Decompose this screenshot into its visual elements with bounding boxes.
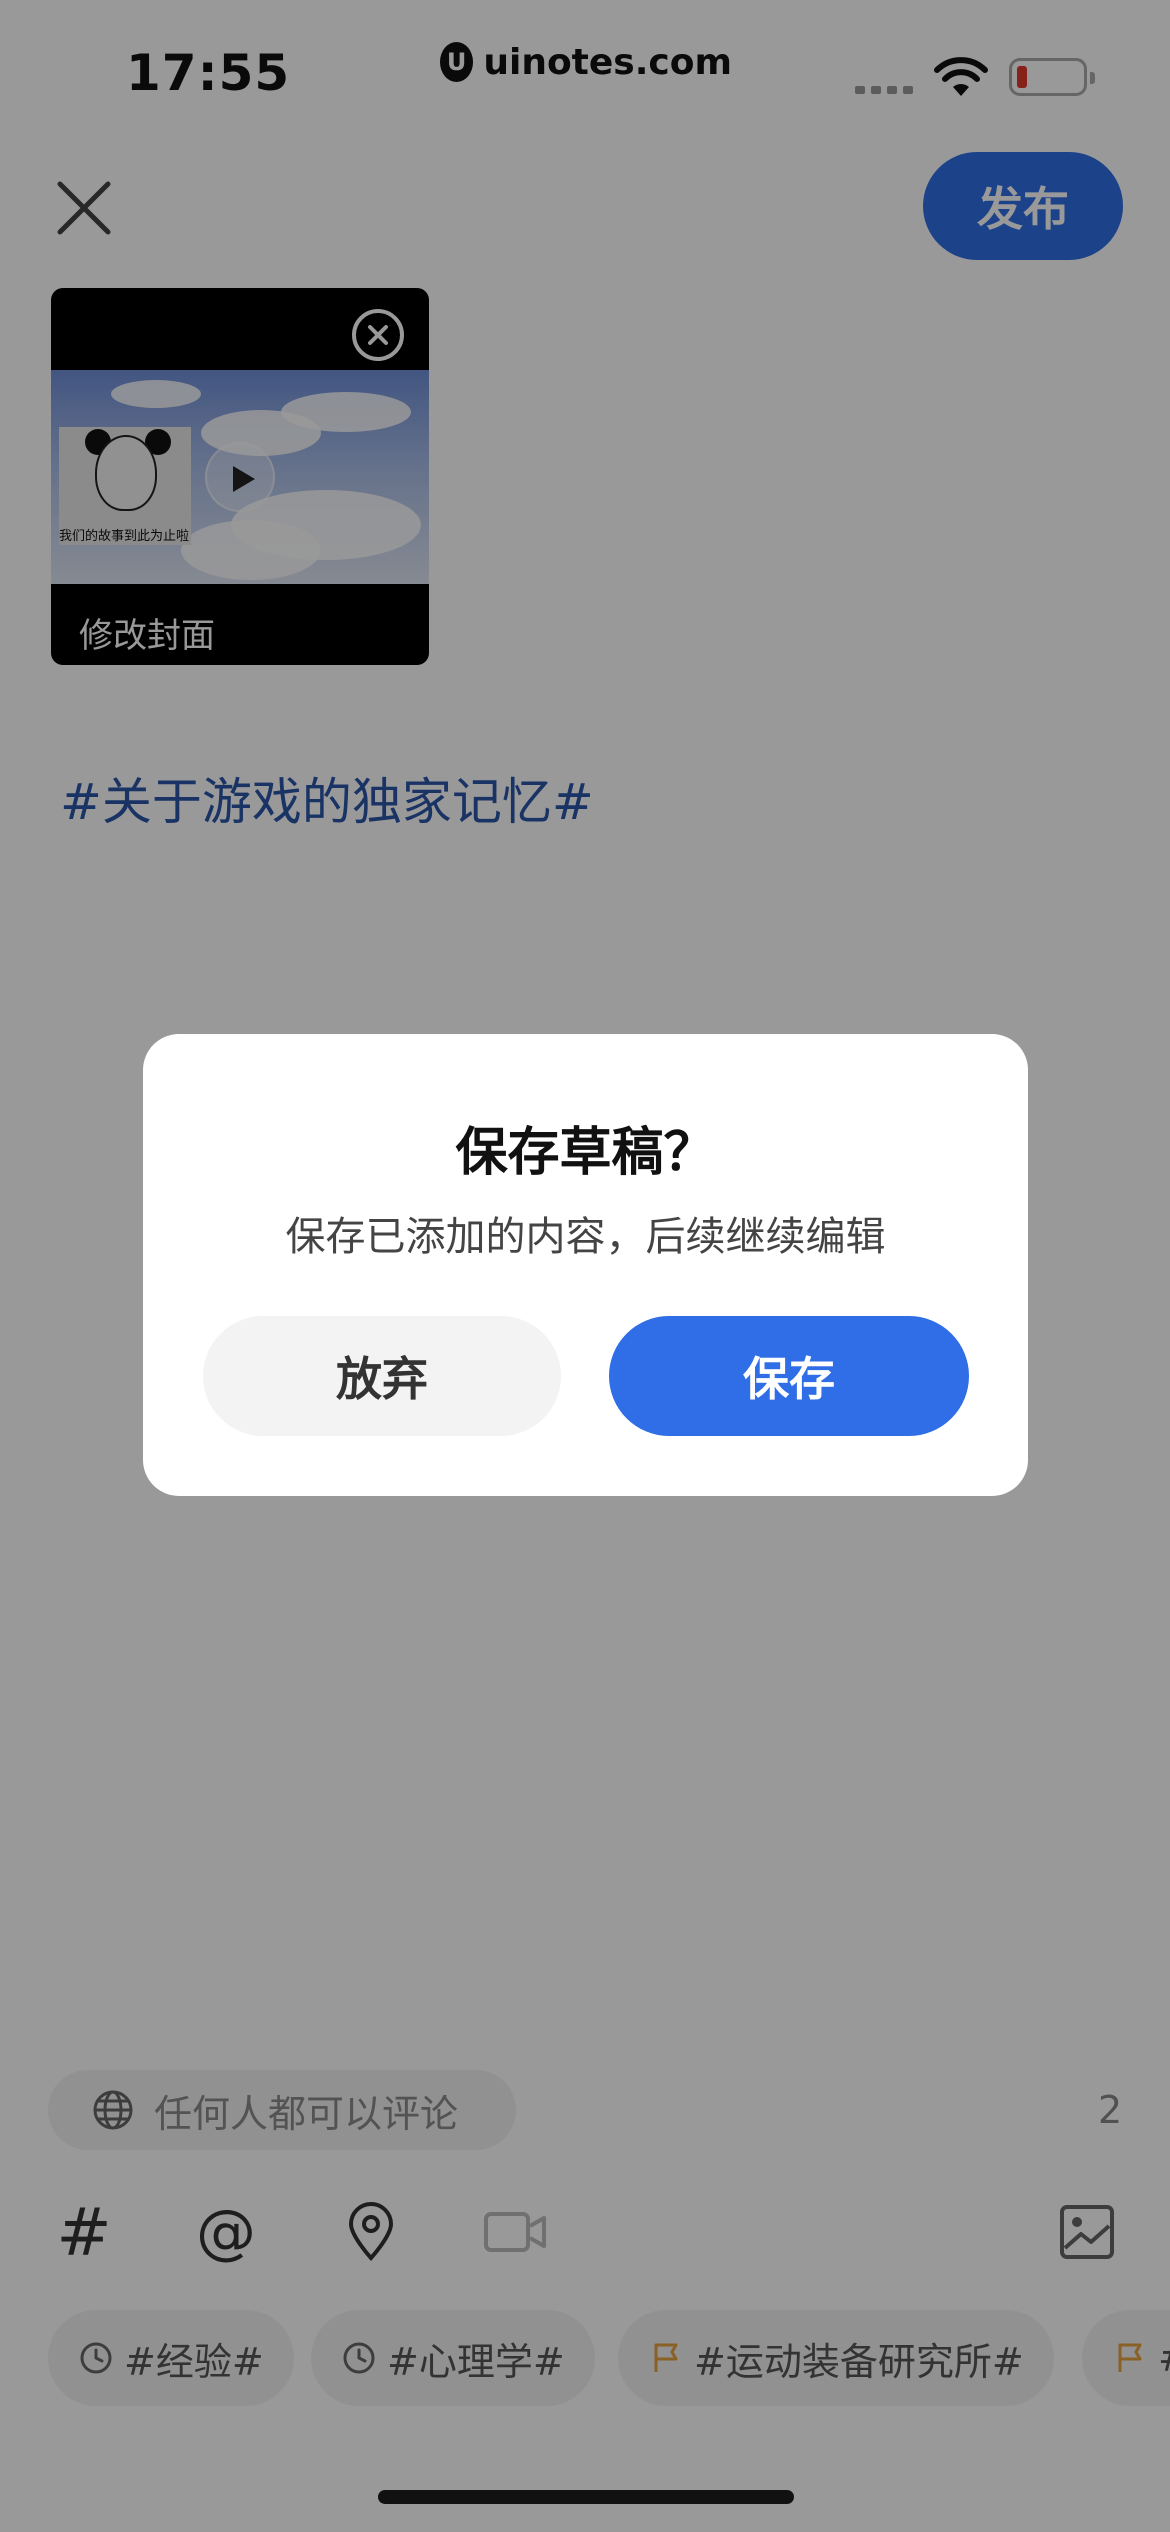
save-draft-dialog: 保存草稿？ 保存已添加的内容，后续继续编辑 放弃 保存 [143, 1034, 1028, 1496]
dialog-title: 保存草稿？ [455, 1123, 716, 1183]
discard-button[interactable]: 放弃 [203, 1316, 561, 1436]
dialog-message: 保存已添加的内容，后续继续编辑 [285, 1214, 886, 1260]
save-button[interactable]: 保存 [609, 1316, 969, 1436]
home-indicator [378, 2490, 794, 2504]
